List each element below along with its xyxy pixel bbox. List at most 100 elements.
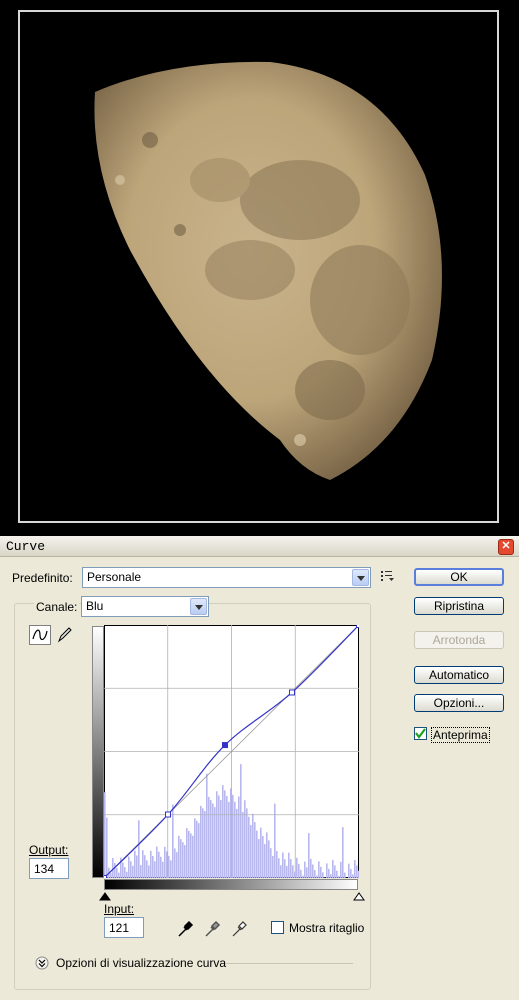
curve-graph[interactable] [104, 625, 359, 878]
histogram-bar [152, 856, 154, 878]
histogram-bar [114, 862, 116, 878]
histogram-bar [162, 861, 164, 878]
histogram-bar [258, 839, 260, 878]
histogram-bar [130, 861, 132, 878]
white-eyedropper-icon[interactable] [230, 920, 248, 938]
histogram-bar [232, 794, 234, 878]
histogram-bar [336, 870, 338, 878]
white-point-slider[interactable] [353, 891, 365, 901]
close-icon[interactable]: ✕ [498, 539, 514, 555]
histogram-bar [160, 856, 162, 878]
histogram-bar [158, 851, 160, 878]
histogram-bar [314, 870, 316, 878]
histogram-bar [234, 801, 236, 878]
histogram-bar [190, 833, 192, 878]
histogram-bar [302, 875, 304, 878]
smooth-button[interactable]: Arrotonda [414, 631, 504, 649]
histogram-bar [220, 800, 222, 878]
active-curve-point[interactable] [222, 742, 228, 749]
preset-select[interactable]: Personale [82, 567, 371, 588]
histogram-bar [204, 810, 206, 878]
preset-menu-icon[interactable] [381, 570, 395, 582]
histogram-bar [320, 866, 322, 878]
histogram-bar [122, 862, 124, 878]
histogram-bar [182, 842, 184, 878]
show-clipping-checkbox[interactable] [271, 921, 284, 934]
histogram-bar [240, 764, 242, 878]
histogram-bar [328, 868, 330, 878]
histogram-bar [214, 807, 216, 878]
histogram-bar [202, 808, 204, 878]
curve-point[interactable] [289, 689, 295, 696]
chevron-down-icon[interactable] [190, 598, 207, 615]
histogram-bar [330, 874, 332, 878]
histogram-bar [250, 825, 252, 878]
preset-value: Personale [87, 570, 142, 584]
histogram-bar [306, 867, 308, 878]
histogram-bar [238, 796, 240, 878]
histogram-bar [290, 859, 292, 878]
curves-dialog: Curve ✕ Predefinito: Personale Canale: B… [0, 536, 519, 1000]
histogram-bar [206, 773, 208, 878]
display-options-label[interactable]: Opzioni di visualizzazione curva [56, 956, 226, 970]
title-bar[interactable]: Curve ✕ [0, 536, 519, 557]
histogram-bar [148, 865, 150, 878]
histogram-bar [292, 865, 294, 878]
reset-button[interactable]: Ripristina [414, 597, 504, 615]
histogram-bar [270, 848, 272, 878]
preview-checkbox[interactable] [414, 727, 427, 740]
histogram-bar [110, 872, 112, 878]
channel-select[interactable]: Blu [81, 596, 209, 617]
histogram-bar [344, 872, 346, 878]
histogram-bar [236, 808, 238, 878]
histogram-bar [352, 874, 354, 878]
input-field[interactable]: 121 [104, 917, 144, 938]
expand-chevron-icon[interactable] [35, 956, 49, 970]
histogram-bar [172, 804, 174, 878]
histogram-bar [340, 861, 342, 878]
channel-value: Blu [86, 599, 104, 613]
histogram-bar [246, 808, 248, 878]
histogram-bar [128, 856, 130, 878]
histogram-bar [326, 863, 328, 878]
output-label: Output: [29, 843, 69, 857]
histogram-bar [304, 861, 306, 878]
histogram-bar [288, 852, 290, 878]
histogram-bar [156, 846, 158, 878]
histogram-bar [268, 840, 270, 878]
histogram-bar [356, 865, 358, 878]
black-eyedropper-icon[interactable] [176, 920, 194, 938]
options-button[interactable]: Opzioni... [414, 694, 504, 712]
output-field[interactable]: 134 [29, 858, 69, 879]
histogram-bar [200, 805, 202, 878]
chevron-down-icon[interactable] [352, 569, 369, 586]
curve-point[interactable] [104, 875, 107, 879]
input-label: Input: [104, 902, 135, 916]
histogram-bar [188, 830, 190, 878]
curve-tool-icon[interactable] [29, 625, 51, 645]
histogram-bar [146, 860, 148, 878]
histogram-bar [106, 817, 108, 878]
ok-button[interactable]: OK [414, 568, 504, 586]
auto-button[interactable]: Automatico [414, 666, 504, 684]
checkmark-icon [415, 728, 426, 739]
show-clipping-label: Mostra ritaglio [289, 921, 365, 935]
histogram-bar [244, 800, 246, 878]
histogram-bar [210, 800, 212, 878]
curve-point[interactable] [165, 811, 171, 818]
histogram-bar [176, 852, 178, 878]
gray-eyedropper-icon[interactable] [203, 920, 221, 938]
histogram-bar [332, 859, 334, 878]
curve-point[interactable] [356, 625, 360, 628]
black-point-slider[interactable] [99, 891, 111, 901]
pencil-icon[interactable] [55, 625, 77, 645]
histogram-bar [334, 865, 336, 878]
histogram-bar [184, 845, 186, 878]
histogram-bar [118, 872, 120, 878]
histogram-bar [266, 832, 268, 878]
histogram-bar [180, 839, 182, 878]
histogram-bar [136, 855, 138, 878]
histogram-bar [252, 813, 254, 878]
histogram-bar [262, 835, 264, 878]
histogram-bar [178, 835, 180, 878]
